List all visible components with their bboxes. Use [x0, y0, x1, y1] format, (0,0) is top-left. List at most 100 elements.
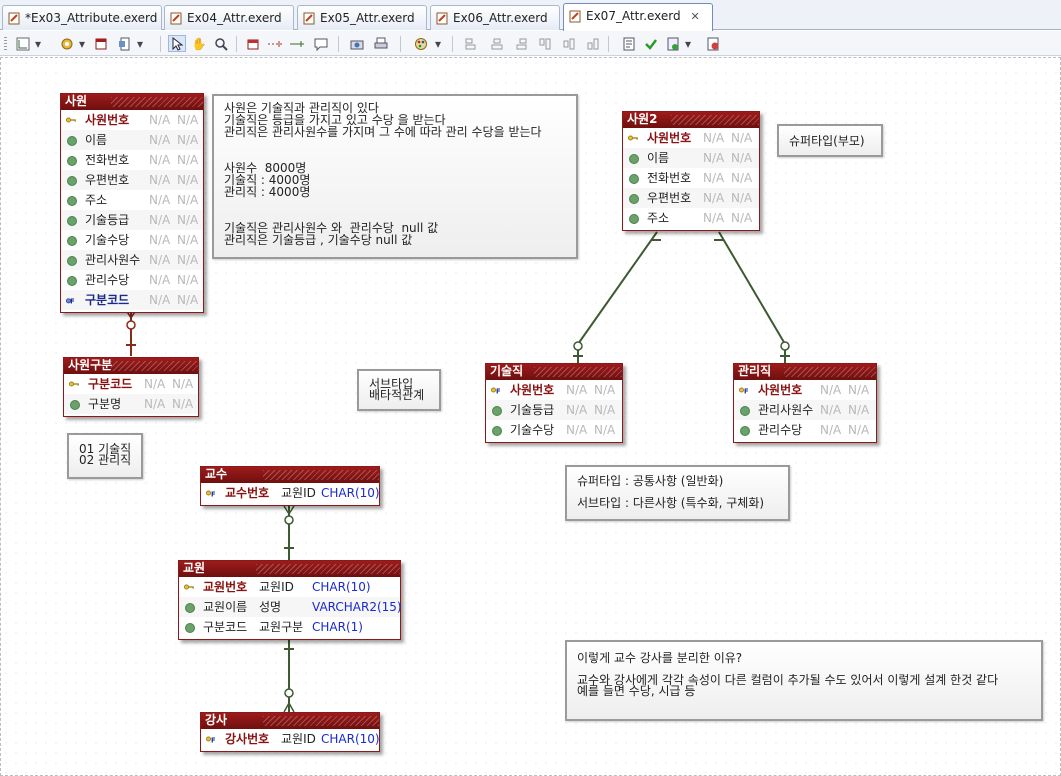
tab-ex07[interactable]: Ex07_Attr.exerd ✕ [563, 3, 713, 31]
validate-check-icon[interactable] [642, 35, 660, 52]
chevron-down-icon[interactable]: ▾ [134, 35, 146, 52]
attribute-row[interactable]: 교원번호 교원ID CHAR(10) [179, 577, 400, 597]
chevron-down-icon[interactable]: ▾ [32, 35, 44, 52]
attribute-row[interactable]: 관리수당 N/A N/A [734, 420, 876, 440]
editor-tab-bar: *Ex03_Attribute.exerd Ex04_Attr.exerd Ex… [0, 0, 1061, 31]
primary-foreign-key-icon: F [206, 736, 216, 744]
attribute-row[interactable]: F 교수번호 교원ID CHAR(10) [201, 483, 380, 503]
attribute-row[interactable]: F 사원번호 N/A N/A [486, 380, 622, 400]
attribute-row[interactable]: 기술수당 N/A N/A [486, 420, 622, 440]
note-employee-description[interactable]: 사원은 기술직과 관리직이 있다 기술직은 등급을 가지고 있고 수당 을 받는… [212, 94, 578, 259]
attribute-logical: 교원구분 [259, 620, 304, 634]
print-icon[interactable] [372, 35, 390, 52]
note-icon[interactable] [312, 35, 330, 52]
column-icon [67, 156, 77, 166]
attribute-row[interactable]: 우편번호 N/A N/A [61, 170, 203, 190]
database-settings-icon[interactable] [58, 35, 76, 52]
color-palette-icon[interactable] [412, 35, 430, 52]
tab-ex05[interactable]: Ex05_Attr.exerd [297, 5, 427, 30]
attribute-logical: N/A [820, 383, 842, 397]
attribute-row[interactable]: 구분코드 N/A N/A [64, 374, 198, 394]
align-left-icon[interactable] [462, 35, 480, 52]
entity-tech[interactable]: 기술직 F 사원번호 N/A N/A 기술등급 N/A N/A 기술수당 N/A N/A [485, 363, 623, 443]
new-table-icon[interactable] [244, 35, 262, 52]
attribute-type: N/A [594, 403, 616, 417]
attribute-row[interactable]: 관리사원수 N/A N/A [734, 400, 876, 420]
align-center-icon[interactable] [488, 35, 506, 52]
align-top-icon[interactable] [536, 35, 554, 52]
attribute-logical: N/A [820, 423, 842, 437]
attribute-row[interactable]: 전화번호 N/A N/A [61, 150, 203, 170]
attribute-row[interactable]: F 구분코드 N/A N/A [61, 290, 203, 310]
select-pointer-icon[interactable] [168, 35, 186, 52]
chevron-down-icon[interactable]: ▾ [682, 35, 694, 52]
attribute-name: 전화번호 [647, 171, 692, 185]
attribute-row[interactable]: 주소 N/A N/A [61, 190, 203, 210]
attribute-row[interactable]: 기술수당 N/A N/A [61, 230, 203, 250]
hand-pan-icon[interactable]: ✋ [190, 35, 208, 52]
attribute-row[interactable]: F 사원번호 N/A N/A [734, 380, 876, 400]
entity-title: 사원2 [623, 112, 759, 128]
attribute-row[interactable]: 기술등급 N/A N/A [486, 400, 622, 420]
attribute-row[interactable]: 우편번호 N/A N/A [623, 188, 759, 208]
identifying-relation-icon[interactable] [288, 35, 306, 52]
entity-employee[interactable]: 사원 사원번호 N/A N/A 이름 N/A N/A 전화번호 N/A N/A 우편번호 N/A N/… [60, 93, 204, 313]
tab-ex03[interactable]: *Ex03_Attribute.exerd [2, 5, 162, 30]
svg-text:F: F [744, 387, 749, 395]
attribute-logical: N/A [149, 233, 171, 247]
tab-ex06[interactable]: Ex06_Attr.exerd [430, 5, 560, 30]
tab-ex04[interactable]: Ex04_Attr.exerd [164, 5, 294, 30]
attribute-row[interactable]: 주소 N/A N/A [623, 208, 759, 228]
entity-lecturer[interactable]: 강사 F 강사번호 교원ID CHAR(10) [200, 712, 380, 752]
attribute-type: N/A [594, 383, 616, 397]
attribute-logical: 교원ID [281, 486, 316, 500]
attribute-row[interactable]: 사원번호 N/A N/A [61, 110, 203, 130]
attribute-row[interactable]: 구분명 N/A N/A [64, 394, 198, 414]
close-tab-icon[interactable]: ✕ [690, 10, 699, 23]
align-right-icon[interactable] [512, 35, 530, 52]
attribute-row[interactable]: 이름 N/A N/A [61, 130, 203, 150]
entity-professor[interactable]: 교수 F 교수번호 교원ID CHAR(10) [200, 466, 380, 506]
chevron-down-icon[interactable]: ▾ [432, 35, 444, 52]
attribute-name: 관리수당 [85, 273, 130, 287]
note-type-codes[interactable]: 01 기술직 02 관리직 [67, 433, 143, 479]
zoom-icon[interactable] [212, 35, 230, 52]
entity-title: 사원구분 [64, 358, 198, 374]
attribute-row[interactable]: 관리수당 N/A N/A [61, 270, 203, 290]
generate-script-icon[interactable] [664, 35, 682, 52]
attribute-logical: N/A [149, 133, 171, 147]
align-middle-icon[interactable] [560, 35, 578, 52]
attribute-row[interactable]: 전화번호 N/A N/A [623, 168, 759, 188]
attribute-row[interactable]: 사원번호 N/A N/A [623, 128, 759, 148]
attribute-name: 관리수당 [758, 423, 803, 437]
attribute-type: N/A [594, 423, 616, 437]
attribute-type: N/A [731, 171, 753, 185]
document-icon[interactable] [116, 35, 134, 52]
export-image-icon[interactable] [348, 35, 366, 52]
note-supertype-parent[interactable]: 슈퍼타입(부모) [777, 124, 883, 157]
primary-foreign-key-icon: F [206, 490, 216, 498]
chevron-down-icon[interactable]: ▾ [76, 35, 88, 52]
report-icon[interactable] [620, 35, 638, 52]
layout-icon[interactable] [14, 35, 32, 52]
primary-key-icon [66, 117, 76, 123]
attribute-row[interactable]: 구분코드 교원구분 CHAR(1) [179, 617, 400, 637]
non-identifying-relation-icon[interactable] [266, 35, 284, 52]
attribute-row[interactable]: F 강사번호 교원ID CHAR(10) [201, 729, 380, 749]
attribute-type: N/A [177, 213, 199, 227]
align-bottom-icon[interactable] [584, 35, 602, 52]
note-subtype[interactable]: 서브타입 배타적관계 [357, 369, 441, 411]
attribute-row[interactable]: 이름 N/A N/A [623, 148, 759, 168]
entity-employee-type[interactable]: 사원구분 구분코드 N/A N/A 구분명 N/A N/A [63, 357, 199, 417]
note-split-reason[interactable]: 이렇게 교수 강사를 분리한 이유? 교수와 강사에게 각각 속성이 다른 컬럼… [565, 640, 1043, 721]
svg-text:F: F [211, 736, 216, 744]
help-icon[interactable] [704, 35, 722, 52]
attribute-row[interactable]: 기술등급 N/A N/A [61, 210, 203, 230]
entity-faculty[interactable]: 교원 교원번호 교원ID CHAR(10) 교원이름 성명 VARCHAR2(15) 구분코… [178, 560, 402, 640]
attribute-row[interactable]: 관리사원수 N/A N/A [61, 250, 203, 270]
attribute-row[interactable]: 교원이름 성명 VARCHAR2(15) [179, 597, 402, 617]
table-icon[interactable] [92, 35, 110, 52]
entity-manager[interactable]: 관리직 F 사원번호 N/A N/A 관리사원수 N/A N/A 관리수당 N/A N/A [733, 363, 877, 443]
note-super-sub[interactable]: 슈퍼타입 : 공통사항 (일반화) 서브타입 : 다른사항 (특수화, 구체화) [565, 465, 790, 521]
entity-employee2[interactable]: 사원2 사원번호 N/A N/A 이름 N/A N/A 전화번호 N/A N/A 우편번호 N/A N… [622, 111, 760, 231]
